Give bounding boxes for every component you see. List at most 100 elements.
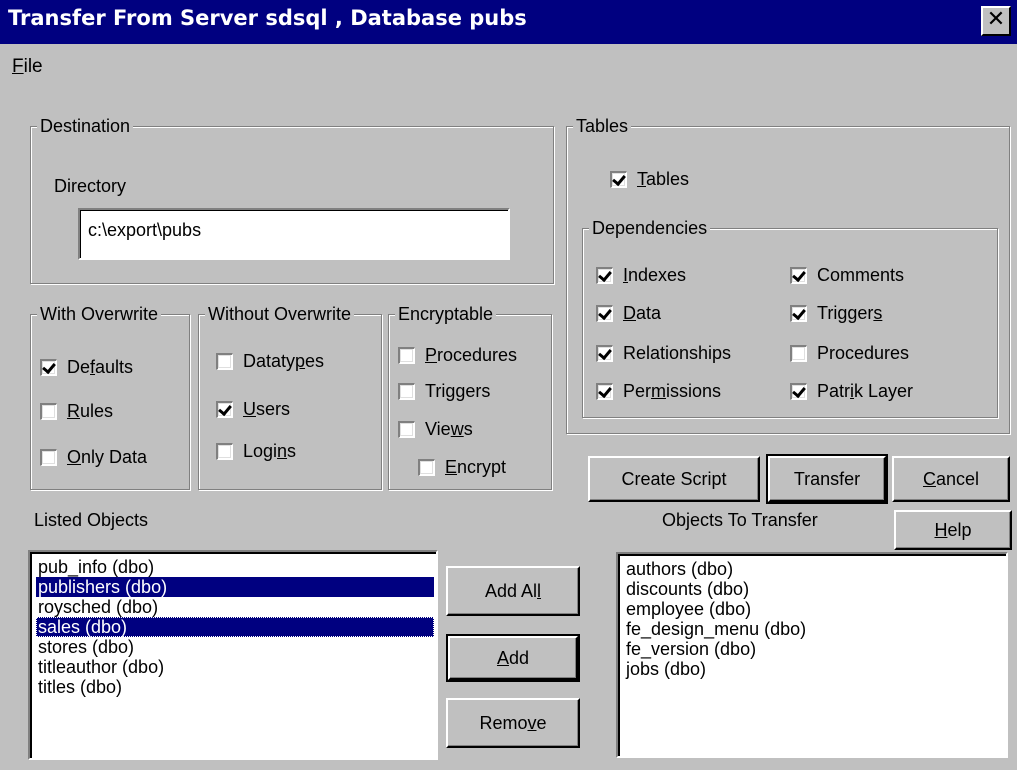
help-label: Help — [934, 519, 972, 540]
data-label: Data — [623, 303, 662, 323]
listed-object-item[interactable]: pub_info (dbo) — [36, 557, 434, 577]
procedures-enc-label: Procedures — [425, 345, 518, 365]
patrik-layer-check[interactable] — [790, 382, 807, 400]
add-all-button[interactable]: Add All — [446, 566, 580, 616]
triggers-dep-label: Triggers — [817, 303, 883, 323]
users-check[interactable] — [216, 400, 233, 418]
procedures-dep-check[interactable] — [790, 344, 807, 362]
transfer-object-item[interactable]: employee (dbo) — [624, 599, 1004, 619]
only-data-checkbox[interactable]: Only Data — [40, 446, 147, 468]
objects-to-transfer-list[interactable]: authors (dbo) discounts (dbo) employee (db… — [616, 552, 1008, 758]
encryptable-legend: Encryptable — [395, 303, 497, 325]
comments-label: Comments — [817, 265, 905, 285]
relationships-check[interactable] — [596, 344, 613, 362]
indexes-check[interactable] — [596, 266, 613, 284]
remove-button[interactable]: Remove — [446, 698, 580, 748]
listed-object-item[interactable]: titles (dbo) — [36, 677, 434, 697]
procedures-enc-check[interactable] — [398, 346, 415, 364]
data-checkbox[interactable]: Data — [596, 302, 661, 324]
logins-checkbox[interactable]: Logins — [216, 440, 296, 462]
only-data-check[interactable] — [40, 448, 57, 466]
close-button[interactable]: ✕ — [981, 6, 1011, 36]
menu-file[interactable]: File — [12, 56, 43, 77]
comments-checkbox[interactable]: Comments — [790, 264, 904, 286]
cancel-button[interactable]: Cancel — [892, 456, 1010, 502]
listed-object-item[interactable]: sales (dbo) — [36, 617, 434, 637]
transfer-label: Transfer — [793, 468, 861, 489]
encrypt-checkbox[interactable]: Encrypt — [418, 456, 506, 478]
listed-object-item[interactable]: publishers (dbo) — [36, 577, 434, 597]
datatypes-checkbox[interactable]: Datatypes — [216, 350, 324, 372]
directory-input[interactable]: c:\export\pubs — [78, 208, 510, 260]
with-overwrite-legend: With Overwrite — [37, 303, 162, 325]
window-title: Transfer From Server sdsql , Database pu… — [8, 6, 527, 30]
transfer-button[interactable]: Transfer — [766, 454, 888, 504]
add-label: Add — [496, 647, 530, 668]
encrypt-label: Encrypt — [445, 457, 507, 477]
tables-check[interactable] — [610, 170, 627, 188]
procedures-dep-checkbox[interactable]: Procedures — [790, 342, 909, 364]
permissions-checkbox[interactable]: Permissions — [596, 380, 721, 402]
create-script-label: Create Script — [621, 468, 727, 489]
procedures-enc-checkbox[interactable]: Procedures — [398, 344, 517, 366]
rules-label: Rules — [67, 401, 114, 421]
objects-to-transfer-label: Objects To Transfer — [662, 510, 818, 530]
rules-checkbox[interactable]: Rules — [40, 400, 113, 422]
users-checkbox[interactable]: Users — [216, 398, 290, 420]
listed-objects-label: Listed Objects — [34, 510, 149, 530]
destination-group: Destination — [30, 115, 554, 284]
triggers-dep-check[interactable] — [790, 304, 807, 322]
patrik-layer-label: Patrik Layer — [817, 381, 914, 401]
without-overwrite-legend: Without Overwrite — [205, 303, 355, 325]
views-enc-label: Views — [425, 419, 473, 439]
transfer-object-item[interactable]: jobs (dbo) — [624, 659, 1004, 679]
remove-label: Remove — [479, 712, 547, 733]
menu-bar: File — [12, 56, 43, 78]
datatypes-check[interactable] — [216, 352, 233, 370]
triggers-enc-checkbox[interactable]: Triggers — [398, 380, 490, 402]
add-button[interactable]: Add — [446, 634, 580, 682]
data-check[interactable] — [596, 304, 613, 322]
cancel-label: Cancel — [922, 468, 980, 489]
tables-label: Tables — [637, 169, 690, 189]
relationships-checkbox[interactable]: Relationships — [596, 342, 731, 364]
triggers-dep-checkbox[interactable]: Triggers — [790, 302, 882, 324]
listed-objects-list[interactable]: pub_info (dbo) publishers (dbo) roysched (… — [28, 550, 438, 760]
defaults-check[interactable] — [40, 358, 57, 376]
add-all-label: Add All — [484, 580, 542, 601]
relationships-label: Relationships — [623, 343, 732, 363]
views-enc-check[interactable] — [398, 420, 415, 438]
listed-object-item[interactable]: titleauthor (dbo) — [36, 657, 434, 677]
help-button[interactable]: Help — [894, 510, 1012, 550]
transfer-object-item[interactable]: fe_design_menu (dbo) — [624, 619, 1004, 639]
listed-object-item[interactable]: roysched (dbo) — [36, 597, 434, 617]
comments-check[interactable] — [790, 266, 807, 284]
directory-label: Directory — [54, 176, 127, 196]
permissions-check[interactable] — [596, 382, 613, 400]
triggers-enc-check[interactable] — [398, 382, 415, 400]
logins-label: Logins — [243, 441, 297, 461]
permissions-label: Permissions — [623, 381, 722, 401]
tables-legend: Tables — [573, 115, 632, 137]
defaults-label: Defaults — [67, 357, 134, 377]
indexes-checkbox[interactable]: Indexes — [596, 264, 686, 286]
transfer-object-item[interactable]: discounts (dbo) — [624, 579, 1004, 599]
close-icon: ✕ — [986, 7, 1006, 32]
patrik-layer-checkbox[interactable]: Patrik Layer — [790, 380, 913, 402]
only-data-label: Only Data — [67, 447, 148, 467]
rules-check[interactable] — [40, 402, 57, 420]
views-enc-checkbox[interactable]: Views — [398, 418, 473, 440]
triggers-enc-label: Triggers — [425, 381, 491, 401]
listed-object-item[interactable]: stores (dbo) — [36, 637, 434, 657]
create-script-button[interactable]: Create Script — [588, 456, 760, 502]
indexes-label: Indexes — [623, 265, 687, 285]
defaults-checkbox[interactable]: Defaults — [40, 356, 133, 378]
users-label: Users — [243, 399, 291, 419]
procedures-dep-label: Procedures — [817, 343, 910, 363]
logins-check[interactable] — [216, 442, 233, 460]
datatypes-label: Datatypes — [243, 351, 325, 371]
transfer-object-item[interactable]: authors (dbo) — [624, 559, 1004, 579]
transfer-object-item[interactable]: fe_version (dbo) — [624, 639, 1004, 659]
encrypt-check[interactable] — [418, 458, 435, 476]
tables-checkbox[interactable]: Tables — [610, 168, 689, 190]
